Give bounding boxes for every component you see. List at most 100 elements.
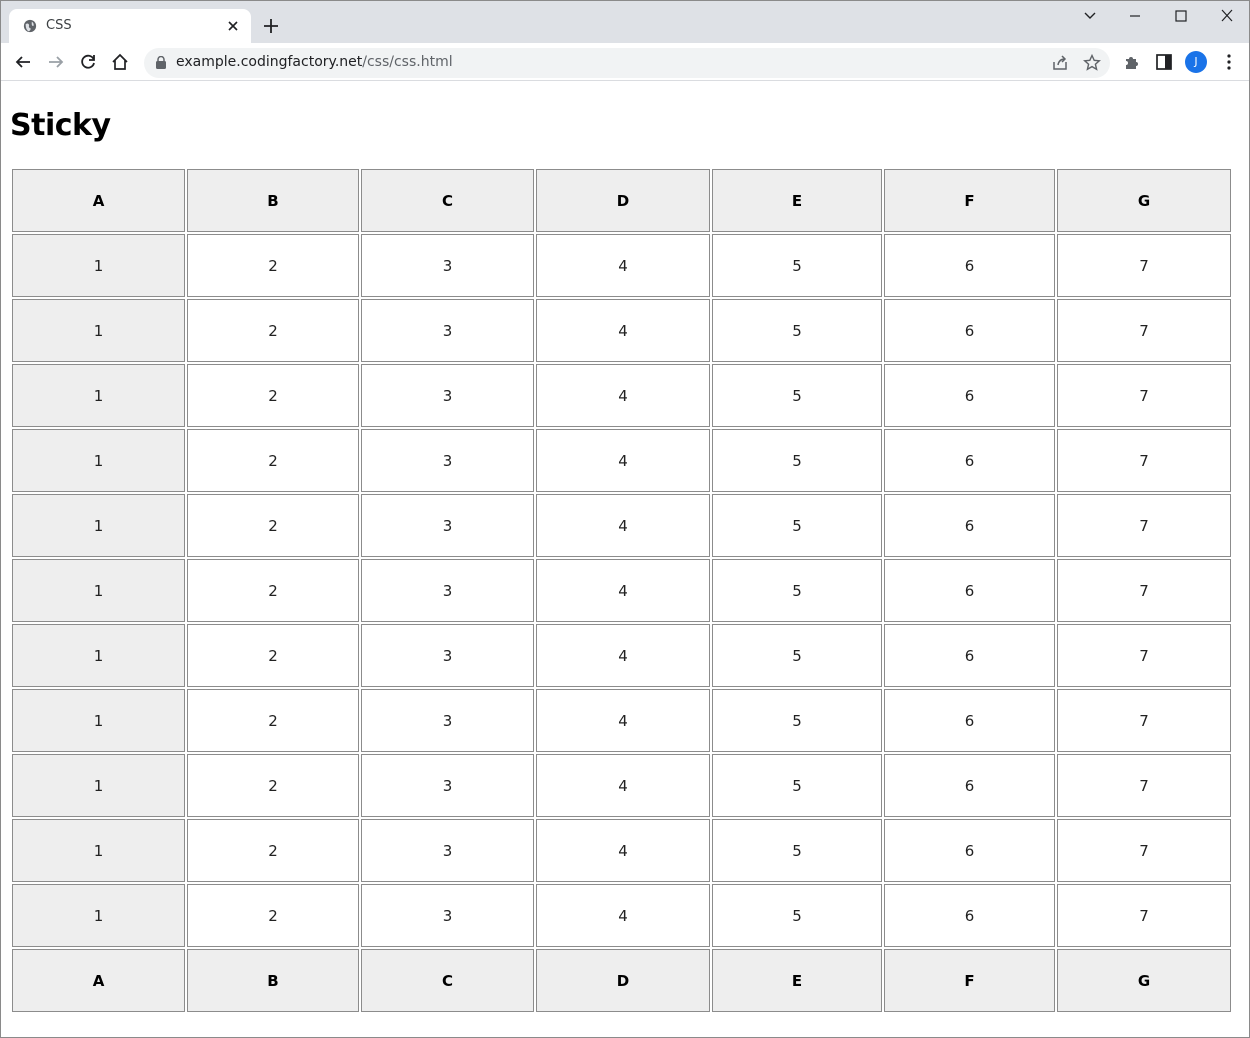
table-cell: 5: [712, 819, 882, 882]
table-cell: 1: [12, 819, 185, 882]
table-cell: 7: [1057, 429, 1231, 492]
table-cell: 4: [536, 689, 710, 752]
address-bar[interactable]: example.codingfactory.net/css/css.html: [144, 48, 1110, 78]
header-row: ABCDEFG: [12, 169, 1231, 232]
table-cell: 7: [1057, 689, 1231, 752]
table-cell: 7: [1057, 624, 1231, 687]
table-cell: 1: [12, 299, 185, 362]
table-cell: 5: [712, 884, 882, 947]
column-header: F: [884, 169, 1055, 232]
table-cell: 5: [712, 494, 882, 557]
tab-title: CSS: [46, 18, 72, 33]
table-cell: 2: [187, 689, 359, 752]
column-header: A: [12, 169, 185, 232]
table-cell: 2: [187, 299, 359, 362]
sticky-table: ABCDEFG 12345671234567123456712345671234…: [10, 167, 1233, 1014]
star-icon[interactable]: [1082, 53, 1102, 73]
table-row: 1234567: [12, 884, 1231, 947]
table-cell: 2: [187, 624, 359, 687]
column-header: C: [361, 169, 534, 232]
column-footer: F: [884, 949, 1055, 1012]
reload-icon[interactable]: [78, 52, 98, 72]
table-cell: 3: [361, 624, 534, 687]
column-header: D: [536, 169, 710, 232]
url-text[interactable]: example.codingfactory.net/css/css.html: [176, 54, 453, 70]
table-row: 1234567: [12, 559, 1231, 622]
table-cell: 6: [884, 819, 1055, 882]
close-tab-icon[interactable]: [225, 18, 241, 34]
share-icon[interactable]: [1050, 53, 1070, 73]
table-cell: 1: [12, 494, 185, 557]
table-cell: 1: [12, 364, 185, 427]
profile-avatar[interactable]: J: [1185, 51, 1207, 73]
table-cell: 6: [884, 364, 1055, 427]
table-row: 1234567: [12, 494, 1231, 557]
table-cell: 7: [1057, 559, 1231, 622]
table-cell: 5: [712, 299, 882, 362]
table-cell: 2: [187, 884, 359, 947]
close-window-icon[interactable]: [1218, 9, 1236, 23]
table-cell: 7: [1057, 234, 1231, 297]
table-cell: 3: [361, 429, 534, 492]
table-cell: 7: [1057, 364, 1231, 427]
tab-css[interactable]: CSS: [9, 9, 251, 43]
minimize-icon[interactable]: [1126, 9, 1144, 23]
table-cell: 1: [12, 884, 185, 947]
table-row: 1234567: [12, 819, 1231, 882]
table-cell: 4: [536, 429, 710, 492]
extensions-icon[interactable]: [1122, 52, 1142, 72]
table-cell: 3: [361, 754, 534, 817]
table-cell: 4: [536, 364, 710, 427]
table-cell: 6: [884, 429, 1055, 492]
table-cell: 4: [536, 494, 710, 557]
table-row: 1234567: [12, 429, 1231, 492]
table-cell: 3: [361, 689, 534, 752]
table-cell: 1: [12, 624, 185, 687]
table-cell: 7: [1057, 884, 1231, 947]
lock-icon[interactable]: [155, 56, 167, 69]
table-cell: 4: [536, 299, 710, 362]
table-cell: 4: [536, 754, 710, 817]
table-cell: 6: [884, 299, 1055, 362]
side-panel-icon[interactable]: [1154, 52, 1174, 72]
tab-search-icon[interactable]: [1081, 9, 1099, 23]
column-footer: C: [361, 949, 534, 1012]
table-cell: 3: [361, 299, 534, 362]
table-cell: 3: [361, 494, 534, 557]
table-cell: 6: [884, 624, 1055, 687]
table-row: 1234567: [12, 234, 1231, 297]
table-cell: 7: [1057, 754, 1231, 817]
table-cell: 6: [884, 559, 1055, 622]
table-cell: 6: [884, 234, 1055, 297]
table-cell: 7: [1057, 299, 1231, 362]
browser-window: CSS example.codingfactory.net/css/css.ht…: [0, 0, 1250, 1038]
table-cell: 4: [536, 819, 710, 882]
table-cell: 3: [361, 819, 534, 882]
table-cell: 7: [1057, 494, 1231, 557]
table-cell: 5: [712, 429, 882, 492]
table-body: 1234567123456712345671234567123456712345…: [12, 234, 1231, 947]
table-row: 1234567: [12, 299, 1231, 362]
column-header: G: [1057, 169, 1231, 232]
home-icon[interactable]: [110, 52, 130, 72]
table-cell: 5: [712, 624, 882, 687]
table-cell: 5: [712, 364, 882, 427]
table-cell: 2: [187, 494, 359, 557]
forward-icon[interactable]: [46, 52, 66, 72]
browser-toolbar: example.codingfactory.net/css/css.html J: [1, 43, 1249, 81]
new-tab-icon[interactable]: [262, 17, 280, 35]
table-cell: 3: [361, 559, 534, 622]
table-cell: 6: [884, 754, 1055, 817]
table-cell: 1: [12, 754, 185, 817]
table-cell: 3: [361, 884, 534, 947]
table-cell: 2: [187, 429, 359, 492]
table-cell: 5: [712, 689, 882, 752]
table-cell: 6: [884, 689, 1055, 752]
maximize-icon[interactable]: [1172, 9, 1190, 23]
table-cell: 5: [712, 559, 882, 622]
back-icon[interactable]: [13, 52, 33, 72]
menu-icon[interactable]: [1219, 52, 1239, 72]
column-footer: B: [187, 949, 359, 1012]
table-cell: 4: [536, 884, 710, 947]
table-cell: 2: [187, 234, 359, 297]
